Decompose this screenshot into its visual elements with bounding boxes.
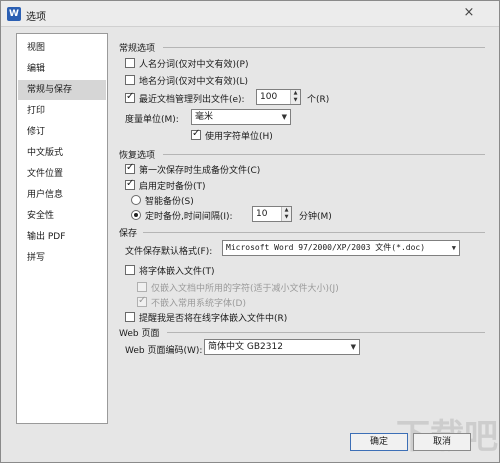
group-divider [163,154,485,155]
settings-panel: 常规选项 人名分词(仅对中文有效)(P) 地名分词(仅对中文有效)(L) 最近文… [111,31,487,426]
close-button[interactable]: × [454,4,484,22]
embed-used-chars-checkbox[interactable] [137,282,147,292]
default-format-select[interactable]: Microsoft Word 97/2000/XP/2003 文件(*.doc)… [222,240,460,256]
first-save-backup-option[interactable]: 第一次保存时生成备份文件(C) [125,162,260,176]
sidebar-item-file-location[interactable]: 文件位置 [18,164,106,184]
char-unit-checkbox[interactable] [191,128,201,140]
timed-backup-enable-checkbox[interactable] [125,178,135,190]
embed-fonts-option[interactable]: 将字体嵌入文件(T) [125,264,215,277]
sidebar-item-edit[interactable]: 编辑 [18,59,106,79]
char-unit-option[interactable]: 使用字符单位(H) [191,128,273,142]
spin-up-icon[interactable]: ▲ [291,90,300,97]
smart-backup-option[interactable]: 智能备份(S) [131,194,194,207]
web-encoding-label: Web 页面编码(W): [125,346,203,356]
sidebar-item-user-info[interactable]: 用户信息 [18,185,106,205]
measure-unit-label: 度量单位(M): [125,115,179,125]
sidebar-item-output-pdf[interactable]: 输出 PDF [18,227,106,247]
embed-fonts-checkbox[interactable] [125,265,135,275]
category-list: 视图 编辑 常规与保存 打印 修订 中文版式 文件位置 用户信息 安全性 输出 … [16,33,108,424]
place-name-checkbox[interactable] [125,75,135,85]
web-options-title: Web 页面 [119,329,160,339]
smart-backup-radio[interactable] [131,195,141,205]
recent-docs-count-input[interactable]: 100 ▲ ▼ [256,89,301,105]
sidebar-item-general-save[interactable]: 常规与保存 [18,80,106,100]
recent-docs-option[interactable]: 最近文档管理列出文件(e): [125,91,245,105]
sidebar-item-security[interactable]: 安全性 [18,206,106,226]
close-icon: × [463,5,475,20]
no-common-fonts-checkbox[interactable] [137,295,147,307]
options-dialog: W 选项 × 视图 编辑 常规与保存 打印 修订 中文版式 文件位置 用户信息 … [0,0,500,463]
chevron-down-icon: ▼ [451,244,456,252]
person-name-option[interactable]: 人名分词(仅对中文有效)(P) [125,57,248,70]
sidebar-item-view[interactable]: 视图 [18,38,106,58]
sidebar-item-chinese-layout[interactable]: 中文版式 [18,143,106,163]
default-format-label: 文件保存默认格式(F): [125,247,213,257]
wps-writer-icon: W [7,7,21,21]
backup-interval-spinner[interactable]: ▲ ▼ [281,207,291,221]
general-options-title: 常规选项 [119,44,156,54]
measure-unit-select[interactable]: 毫米 ▼ [191,109,291,125]
spin-down-icon[interactable]: ▼ [291,97,300,104]
no-common-fonts-option[interactable]: 不嵌入常用系统字体(D) [137,295,246,309]
recovery-options-title: 恢复选项 [119,151,156,161]
timed-backup-option[interactable]: 定时备份,时间间隔(I): [131,209,233,222]
save-options-title: 保存 [119,229,138,239]
backup-interval-input[interactable]: 10 ▲ ▼ [252,206,292,222]
person-name-checkbox[interactable] [125,58,135,68]
group-divider [167,332,485,333]
recent-docs-checkbox[interactable] [125,91,135,103]
remind-embed-checkbox[interactable] [125,312,135,322]
chevron-down-icon: ▼ [281,113,287,121]
sidebar-item-revision[interactable]: 修订 [18,122,106,142]
remind-embed-option[interactable]: 提醒我是否将在线字体嵌入文件中(R) [125,311,287,324]
title-bar[interactable]: W 选项 × [1,1,499,27]
embed-used-chars-option[interactable]: 仅嵌入文档中所用的字符(适于减小文件大小)(J) [137,281,339,294]
cancel-button[interactable]: 取消 [413,433,471,451]
first-save-backup-checkbox[interactable] [125,162,135,174]
chevron-down-icon: ▼ [350,343,356,351]
timed-backup-enable-option[interactable]: 启用定时备份(T) [125,178,206,192]
group-divider [143,232,485,233]
web-encoding-select[interactable]: 简体中文 GB2312 ▼ [204,339,360,355]
place-name-option[interactable]: 地名分词(仅对中文有效)(L) [125,74,248,87]
sidebar-item-print[interactable]: 打印 [18,101,106,121]
recent-docs-spinner[interactable]: ▲ ▼ [290,90,300,104]
group-divider [163,47,485,48]
ok-button[interactable]: 确定 [350,433,408,451]
spin-down-icon[interactable]: ▼ [282,214,291,221]
sidebar-item-spelling[interactable]: 拼写 [18,248,106,268]
timed-backup-radio[interactable] [131,210,141,220]
dialog-title: 选项 [26,12,46,23]
spin-up-icon[interactable]: ▲ [282,207,291,214]
recent-docs-unit: 个(R) [307,95,330,105]
backup-interval-unit: 分钟(M) [299,212,332,222]
